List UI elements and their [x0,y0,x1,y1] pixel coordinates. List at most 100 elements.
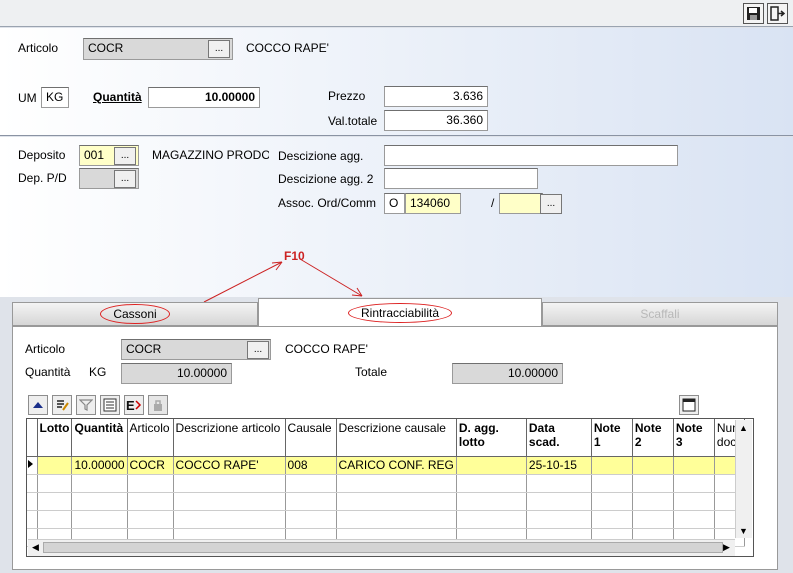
row-selector[interactable] [27,474,38,493]
valtotale-field[interactable]: 36.360 [384,110,488,131]
assoc-number-field[interactable]: 134060 [405,193,461,214]
empty-cell[interactable] [37,474,73,493]
empty-cell[interactable] [71,510,128,529]
edit-list-button[interactable] [52,395,72,415]
table-row[interactable] [27,510,746,529]
cell-causale[interactable]: 008 [285,456,337,475]
cell-data-scad[interactable]: 25-10-15 [526,456,592,475]
empty-cell[interactable] [37,492,73,511]
col-header-causale[interactable]: Causale [285,419,337,457]
scroll-down-icon[interactable]: ▼ [736,523,751,538]
tab-cassoni[interactable]: Cassoni [12,302,258,326]
cell-descrizione-causale[interactable]: CARICO CONF. REG [336,456,457,475]
vertical-scrollbar[interactable]: ▲ ▼ [735,420,752,538]
empty-cell[interactable] [673,474,715,493]
table-row[interactable]: 10.00000 COCR COCCO RAPE' 008 CARICO CON… [27,456,746,475]
empty-cell[interactable] [456,492,527,511]
empty-cell[interactable] [673,492,715,511]
row-selector[interactable] [27,456,38,475]
col-header-articolo[interactable]: Articolo [127,419,174,457]
empty-cell[interactable] [173,474,286,493]
panel-totale-field[interactable]: 10.00000 [452,363,563,384]
traceability-grid[interactable]: Lotto Quantità Articolo Descrizione arti… [26,418,754,557]
empty-cell[interactable] [127,510,174,529]
cell-note2[interactable] [632,456,674,475]
empty-cell[interactable] [127,474,174,493]
tab-scaffali-label: Scaffali [640,307,680,321]
empty-cell[interactable] [632,474,674,493]
assoc-suffix-field[interactable] [499,193,543,214]
empty-cell[interactable] [632,492,674,511]
assoc-type-field[interactable]: O [384,193,405,214]
cell-quantita[interactable]: 10.00000 [71,456,128,475]
lock-button[interactable] [148,395,168,415]
export-excel-button[interactable]: E [124,395,144,415]
empty-cell[interactable] [37,510,73,529]
empty-cell[interactable] [526,492,592,511]
quantita-field[interactable]: 10.00000 [148,87,260,108]
cell-descrizione-articolo[interactable]: COCCO RAPE' [173,456,286,475]
empty-cell[interactable] [285,492,337,511]
list-view-button[interactable] [100,395,120,415]
col-header-data-scad[interactable]: Data scad. [526,419,592,457]
col-header-descrizione-articolo[interactable]: Descrizione articolo [173,419,286,457]
col-header-note1[interactable]: Note 1 [591,419,633,457]
tab-rintracciabilita[interactable]: Rintracciabilità [258,298,542,326]
row-selector[interactable] [27,510,38,529]
empty-cell[interactable] [591,474,633,493]
col-header-quantita[interactable]: Quantità [71,419,128,457]
assoc-lookup-button[interactable]: ... [540,194,562,214]
grid-settings-button[interactable] [679,395,699,415]
table-row[interactable] [27,474,746,493]
scroll-right-icon[interactable]: ▶ [719,540,734,555]
empty-cell[interactable] [591,492,633,511]
empty-cell[interactable] [526,510,592,529]
table-row[interactable] [27,492,746,511]
cell-articolo[interactable]: COCR [127,456,174,475]
cell-note3[interactable] [673,456,715,475]
descagg2-field[interactable] [384,168,538,189]
empty-cell[interactable] [71,492,128,511]
prezzo-field[interactable]: 3.636 [384,86,488,107]
empty-cell[interactable] [456,474,527,493]
empty-cell[interactable] [285,474,337,493]
move-up-button[interactable] [28,395,48,415]
empty-cell[interactable] [173,492,286,511]
um-field[interactable]: KG [41,87,69,108]
scroll-up-icon[interactable]: ▲ [736,420,751,435]
descagg-field[interactable] [384,145,678,166]
col-header-dagg-lotto[interactable]: D. agg. lotto [456,419,527,457]
articolo-lookup-button[interactable]: ... [208,40,230,58]
scroll-left-icon[interactable]: ◀ [28,540,43,555]
cell-dagg-lotto[interactable] [456,456,527,475]
panel-articolo-lookup-button[interactable]: ... [247,341,269,359]
row-selector[interactable] [27,492,38,511]
empty-cell[interactable] [336,492,457,511]
col-header-note2[interactable]: Note 2 [632,419,674,457]
horizontal-scroll-thumb[interactable] [43,542,723,553]
empty-cell[interactable] [632,510,674,529]
exit-button[interactable] [767,3,788,24]
empty-cell[interactable] [591,510,633,529]
deppd-lookup-button[interactable]: ... [114,170,136,188]
col-header-lotto[interactable]: Lotto [37,419,73,457]
empty-cell[interactable] [336,474,457,493]
empty-cell[interactable] [127,492,174,511]
panel-quantita-field[interactable]: 10.00000 [121,363,232,384]
cell-lotto[interactable] [37,456,73,475]
cell-note1[interactable] [591,456,633,475]
empty-cell[interactable] [336,510,457,529]
empty-cell[interactable] [285,510,337,529]
empty-cell[interactable] [526,474,592,493]
deppd-label: Dep. P/D [18,171,67,185]
empty-cell[interactable] [71,474,128,493]
horizontal-scrollbar[interactable]: ◀ ▶ [28,539,735,556]
col-header-note3[interactable]: Note 3 [673,419,715,457]
save-button[interactable] [743,3,764,24]
filter-button[interactable] [76,395,96,415]
empty-cell[interactable] [173,510,286,529]
empty-cell[interactable] [673,510,715,529]
col-header-descrizione-causale[interactable]: Descrizione causale [336,419,457,457]
deposito-lookup-button[interactable]: ... [114,147,136,165]
empty-cell[interactable] [456,510,527,529]
